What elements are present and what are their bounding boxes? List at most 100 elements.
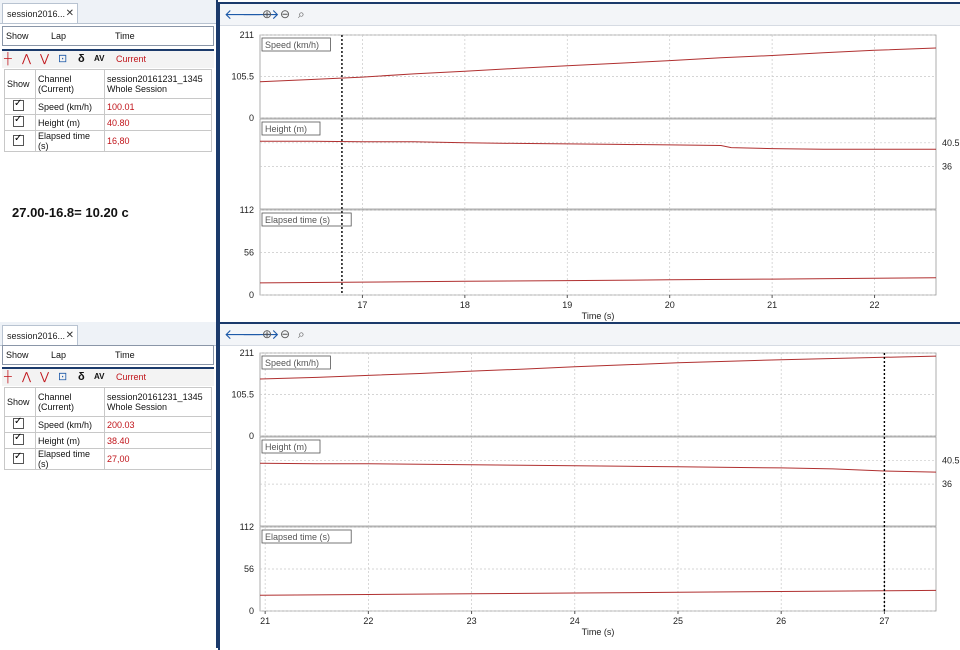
column-session[interactable]: session20161231_1345 Whole Session [104, 69, 212, 99]
current-mode-label[interactable]: Current [116, 53, 146, 65]
channel-toolbar: ┼ ⋀ ⋁ ⊡ δ AV Current [2, 49, 214, 68]
table-row[interactable]: Height (m) 38.40 [4, 432, 212, 449]
column-show[interactable]: Show [4, 69, 36, 99]
current-mode-label[interactable]: Current [116, 371, 146, 383]
lap-header-show[interactable]: Show [6, 350, 29, 360]
channel-value: 38.40 [104, 432, 212, 449]
y-tick-label: 105.5 [231, 390, 254, 400]
table-row[interactable]: Elapsed time (s) 27,00 [4, 448, 212, 470]
y-tick-label: 0 [249, 606, 254, 616]
y-tick-label: 105.5 [231, 72, 254, 82]
y-tick-label: 0 [249, 431, 254, 441]
x-tick-label: 17 [357, 300, 367, 310]
x-tick-label: 21 [260, 616, 270, 626]
subplot-label: Height (m) [265, 124, 307, 134]
chart-toolbar: 🡐 🡒 ⊕ ⊖ ⌕ [220, 4, 960, 26]
x-tick-label: 19 [562, 300, 572, 310]
delta-icon[interactable]: δ [78, 53, 85, 65]
lap-header-time[interactable]: Time [115, 350, 135, 360]
table-row[interactable]: Speed (km/h) 100.01 [4, 98, 212, 115]
table-row[interactable]: Speed (km/h) 200.03 [4, 416, 212, 433]
x-tick-label: 20 [665, 300, 675, 310]
session-tab-label: session2016... [7, 331, 66, 341]
channel-name: Elapsed time (s) [35, 130, 105, 152]
zoom-fit-icon[interactable]: ⌕ [298, 5, 305, 23]
delta-icon[interactable]: δ [78, 371, 85, 383]
session-tab[interactable]: session2016... ✕ [2, 325, 78, 345]
column-channel[interactable]: Channel (Current) [35, 69, 105, 99]
min-icon[interactable]: ⋁ [40, 53, 49, 65]
y-tick-label: 56 [244, 564, 254, 574]
chart-plot-2[interactable]: 211 105.5 0 Speed (km/h) 40.5 36 Height (m) 112… [220, 345, 960, 649]
lap-header-lap[interactable]: Lap [51, 31, 66, 41]
cursor-icon[interactable]: ┼ [4, 371, 12, 383]
subplot-label: Speed (km/h) [265, 40, 319, 50]
max-icon[interactable]: ⋀ [22, 53, 31, 65]
lap-header-time[interactable]: Time [115, 31, 135, 41]
table-row[interactable]: Height (m) 40.80 [4, 114, 212, 131]
y-tick-label: 211 [240, 348, 254, 358]
subplot-label: Speed (km/h) [265, 358, 319, 368]
x-tick-label: 24 [570, 616, 580, 626]
zoom-in-icon[interactable]: ⊕ [262, 325, 272, 343]
range-icon[interactable]: ⊡ [58, 371, 67, 383]
column-session[interactable]: session20161231_1345 Whole Session [104, 387, 212, 417]
chart-window-1: 🡐 🡒 ⊕ ⊖ ⌕ 211 105.5 0 Speed (km/h) 40.5 36 Hei… [218, 2, 960, 324]
x-tick-label: 23 [467, 616, 477, 626]
y-tick-label: 112 [240, 522, 254, 532]
tab-bar: session2016... ✕ [0, 0, 216, 24]
show-checkbox[interactable] [4, 448, 36, 470]
min-icon[interactable]: ⋁ [40, 371, 49, 383]
channel-value: 16,80 [104, 130, 212, 152]
subplot-label: Elapsed time (s) [265, 532, 330, 542]
chart-plot-1[interactable]: 211 105.5 0 Speed (km/h) 40.5 36 Height (m) 112… [220, 25, 960, 323]
table-row[interactable]: Elapsed time (s) 16,80 [4, 130, 212, 152]
y-tick-label: 211 [240, 30, 254, 40]
y-tick-label: 40.5 [942, 138, 960, 148]
channel-table: Show Channel (Current) session20161231_1… [4, 387, 212, 470]
channel-panel-1: session2016... ✕ Show Lap Time ┼ ⋀ ⋁ ⊡ δ… [0, 0, 216, 322]
lap-header-show[interactable]: Show [6, 31, 29, 41]
zoom-out-icon[interactable]: ⊖ [280, 5, 290, 23]
show-checkbox[interactable] [4, 98, 36, 115]
calculation-note: 27.00-16.8= 10.20 c [12, 205, 129, 220]
forward-arrow-icon[interactable]: 🡒 [242, 5, 280, 23]
y-tick-label: 36 [942, 162, 952, 172]
x-tick-label: 18 [460, 300, 470, 310]
forward-arrow-icon[interactable]: 🡒 [242, 325, 280, 343]
session-tab-label: session2016... [7, 9, 66, 19]
average-icon[interactable]: AV [94, 53, 105, 65]
zoom-fit-icon[interactable]: ⌕ [298, 325, 305, 343]
close-icon[interactable]: ✕ [66, 326, 74, 346]
subplot-label: Elapsed time (s) [265, 215, 330, 225]
chart-window-2: 🡐 🡒 ⊕ ⊖ ⌕ 211 105.5 0 Speed (km/h) 40.5 36 Hei… [218, 322, 960, 650]
x-tick-label: 25 [673, 616, 683, 626]
column-channel[interactable]: Channel (Current) [35, 387, 105, 417]
session-tab[interactable]: session2016... ✕ [2, 3, 78, 23]
lap-header-lap[interactable]: Lap [51, 350, 66, 360]
show-checkbox[interactable] [4, 416, 36, 433]
cursor-icon[interactable]: ┼ [4, 53, 12, 65]
channel-value: 40.80 [104, 114, 212, 131]
channel-name: Elapsed time (s) [35, 448, 105, 470]
x-axis-label: Time (s) [582, 311, 615, 321]
average-icon[interactable]: AV [94, 371, 105, 383]
y-tick-label: 40.5 [942, 456, 960, 466]
max-icon[interactable]: ⋀ [22, 371, 31, 383]
channel-table-header: Show Channel (Current) session20161231_1… [4, 69, 212, 99]
range-icon[interactable]: ⊡ [58, 53, 67, 65]
column-show[interactable]: Show [4, 387, 36, 417]
channel-toolbar: ┼ ⋀ ⋁ ⊡ δ AV Current [2, 367, 214, 386]
zoom-out-icon[interactable]: ⊖ [280, 325, 290, 343]
close-icon[interactable]: ✕ [66, 4, 74, 24]
show-checkbox[interactable] [4, 432, 36, 449]
show-checkbox[interactable] [4, 114, 36, 131]
zoom-in-icon[interactable]: ⊕ [262, 5, 272, 23]
show-checkbox[interactable] [4, 130, 36, 152]
channel-name: Height (m) [35, 432, 105, 449]
channel-name: Speed (km/h) [35, 98, 105, 115]
y-tick-label: 56 [244, 248, 254, 258]
x-tick-label: 21 [767, 300, 777, 310]
x-tick-label: 26 [776, 616, 786, 626]
channel-panel-2: session2016... ✕ Show Lap Time ┼ ⋀ ⋁ ⊡ δ… [0, 322, 216, 648]
